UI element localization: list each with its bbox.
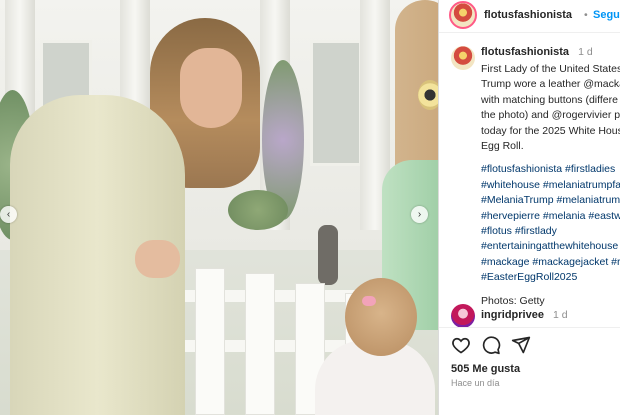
hashtag-line[interactable]: #EasterEggRoll2025	[481, 270, 620, 285]
header-username[interactable]: flotusfashionista	[484, 9, 572, 21]
woman-face	[180, 48, 242, 128]
heart-icon[interactable]	[451, 335, 471, 355]
caption-username[interactable]: flotusfashionista	[481, 46, 569, 58]
post-sidebar: flotusfashionista • Seguir flotusfashion…	[438, 0, 620, 415]
comment-time: 1 d	[553, 309, 568, 321]
caption-line: the photo) and @rogervivier p	[481, 109, 620, 122]
hashtag-line[interactable]: #flotusfashionista #firstladies	[481, 162, 620, 177]
hashtag-line[interactable]: #mackage #mackagejacket #r	[481, 255, 620, 270]
author-avatar[interactable]	[449, 1, 477, 29]
caption-line: today for the 2025 White Hous	[481, 124, 620, 137]
post-header: flotusfashionista • Seguir	[439, 0, 620, 33]
post-photo[interactable]: ‹ ›	[0, 0, 438, 415]
caption-line: Trump wore a leather @macka	[481, 78, 620, 91]
caption-header: flotusfashionista 1 d	[481, 46, 593, 58]
header-separator: •	[584, 9, 588, 21]
hashtag-line[interactable]: #hervepierre #melania #eastw	[481, 209, 620, 224]
comment-icon[interactable]	[481, 335, 501, 355]
hashtag-line[interactable]: #MelaniaTrump #melaniatrum	[481, 193, 620, 208]
hashtag-line[interactable]: #whitehouse #melaniatrumpfa	[481, 178, 620, 193]
post-date: Hace un día	[451, 378, 500, 388]
background-window	[310, 40, 362, 166]
comment-header: ingridprivee 1 d	[481, 309, 568, 321]
hedge	[228, 190, 288, 230]
photo-credit: Photos: Getty	[481, 294, 545, 307]
caption-time: 1 d	[578, 46, 593, 58]
instagram-post-window: ‹ › flotusfashionista • Seguir flotusfas…	[0, 0, 620, 415]
woman-hands	[135, 240, 180, 278]
commenter-avatar[interactable]	[451, 304, 475, 328]
post-caption: First Lady of the United States Trump wo…	[481, 62, 620, 309]
caption-author-avatar[interactable]	[451, 46, 475, 70]
caption-line: with matching buttons (differe	[481, 93, 618, 106]
hashtag-line[interactable]: #flotus #firstlady	[481, 224, 620, 239]
follow-button[interactable]: Seguir	[593, 9, 620, 21]
next-arrow-icon[interactable]: ›	[411, 206, 428, 223]
child-hair-bow	[362, 296, 376, 306]
likes-count[interactable]: 505 Me gusta	[451, 363, 520, 375]
caption-line: First Lady of the United States	[481, 63, 620, 75]
caption-line: Egg Roll.	[481, 140, 524, 153]
share-icon[interactable]	[511, 335, 531, 355]
prev-arrow-icon[interactable]: ‹	[0, 206, 17, 223]
hashtag-line[interactable]: #entertainingatthewhitehouse	[481, 239, 620, 254]
easter-bunny-eye	[418, 80, 438, 110]
comment-username[interactable]: ingridprivee	[481, 309, 544, 321]
post-actions: 505 Me gusta Hace un día	[439, 327, 620, 415]
child-head	[345, 278, 417, 356]
